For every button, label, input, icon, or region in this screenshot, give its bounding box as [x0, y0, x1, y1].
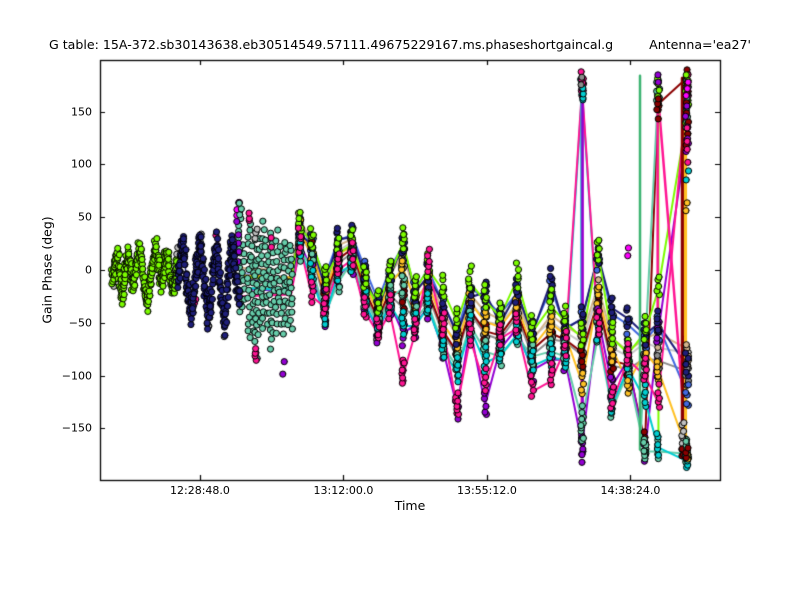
x-axis-label: Time: [395, 498, 426, 513]
x-tick-label: 13:55:12.0: [457, 484, 517, 497]
figure-title: G table: 15A-372.sb30143638.eb30514549.5…: [0, 37, 800, 52]
y-tick-label: 150: [38, 105, 92, 118]
y-tick-label: 50: [38, 211, 92, 224]
y-tick-label: −150: [38, 422, 92, 435]
x-tick-label: 13:12:00.0: [314, 484, 374, 497]
antenna-label: Antenna='ea27': [649, 37, 751, 52]
y-tick-label: 0: [38, 264, 92, 277]
y-tick-label: 100: [38, 158, 92, 171]
x-tick-label: 14:38:24.0: [600, 484, 660, 497]
x-tick-label: 12:28:48.0: [170, 484, 230, 497]
figure: G table: 15A-372.sb30143638.eb30514549.5…: [0, 0, 800, 600]
y-tick-label: −50: [38, 316, 92, 329]
y-tick-label: −100: [38, 369, 92, 382]
title-text: G table: 15A-372.sb30143638.eb30514549.5…: [49, 37, 613, 52]
